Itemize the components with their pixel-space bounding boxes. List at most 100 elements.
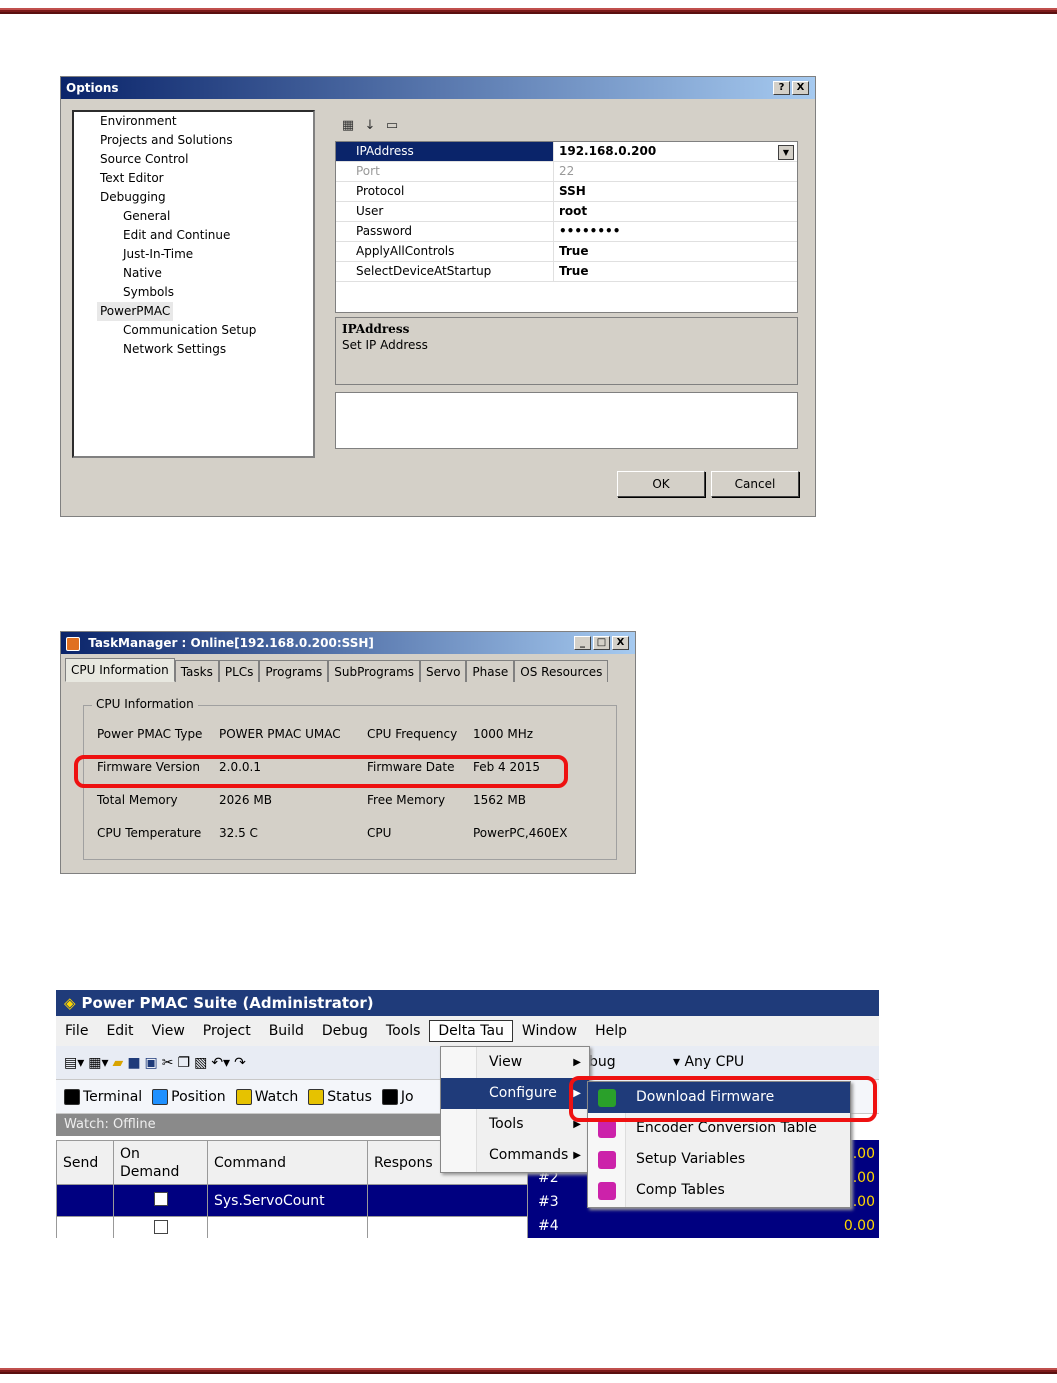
- save-icon[interactable]: ■: [127, 1055, 140, 1071]
- alphabetical-icon[interactable]: ↓: [361, 117, 379, 135]
- tree-item[interactable]: Network Settings: [74, 340, 313, 359]
- tab-tasks[interactable]: Tasks: [174, 660, 219, 682]
- menu-view[interactable]: View: [143, 1023, 194, 1039]
- property-value[interactable]: 192.168.0.200: [554, 142, 797, 161]
- tree-item[interactable]: Source Control: [74, 150, 313, 169]
- tab-programs[interactable]: Programs: [259, 660, 329, 682]
- menu-window[interactable]: Window: [513, 1023, 586, 1039]
- property-description: IPAddress Set IP Address: [335, 317, 798, 385]
- undo-icon[interactable]: ↶▾: [211, 1055, 230, 1071]
- col-on-demand[interactable]: On Demand: [113, 1140, 208, 1185]
- platform-dropdown[interactable]: ▾ Any CPU: [673, 1054, 744, 1070]
- menu-item-label: Comp Tables: [636, 1182, 725, 1198]
- property-row[interactable]: ApplyAllControls True: [336, 242, 797, 262]
- categorized-icon[interactable]: ▦: [339, 117, 357, 135]
- on-demand-checkbox[interactable]: [153, 1219, 168, 1234]
- menu-help[interactable]: Help: [586, 1023, 636, 1039]
- tree-item[interactable]: Edit and Continue: [74, 226, 313, 245]
- menu-delta-tau[interactable]: Delta Tau: [429, 1020, 513, 1042]
- property-value[interactable]: True: [554, 242, 797, 261]
- property-value[interactable]: 22: [554, 162, 797, 181]
- delta-menu-item-view[interactable]: View ▶: [441, 1047, 589, 1078]
- property-pages-icon[interactable]: ▭: [383, 117, 401, 135]
- download-firmware-highlight-box: [569, 1076, 877, 1122]
- cancel-button[interactable]: Cancel: [711, 471, 799, 497]
- menu-tools[interactable]: Tools: [377, 1023, 430, 1039]
- tree-item[interactable]: Native: [74, 264, 313, 283]
- tree-item[interactable]: Communication Setup: [74, 321, 313, 340]
- delta-menu-item-tools[interactable]: Tools ▶: [441, 1109, 589, 1140]
- tool-jo-button[interactable]: Jo: [381, 1088, 414, 1105]
- options-tree[interactable]: Environment Projects and Solutions Source …: [72, 110, 315, 458]
- property-row[interactable]: Port 22: [336, 162, 797, 182]
- tool-status-button[interactable]: Status: [308, 1088, 372, 1105]
- tree-item[interactable]: Text Editor: [74, 169, 313, 188]
- cpu-info-label: Free Memory: [367, 793, 446, 807]
- menu-debug[interactable]: Debug: [313, 1023, 377, 1039]
- save-all-icon[interactable]: ▣: [145, 1055, 158, 1071]
- tab-phase[interactable]: Phase: [466, 660, 515, 682]
- send-cell[interactable]: [56, 1184, 114, 1217]
- close-button[interactable]: X: [612, 636, 629, 650]
- property-value[interactable]: SSH: [554, 182, 797, 201]
- tab-os-resources[interactable]: OS Resources: [514, 660, 609, 682]
- property-row[interactable]: SelectDeviceAtStartup True: [336, 262, 797, 282]
- menu-item-label: Commands: [489, 1147, 569, 1163]
- on-demand-cell[interactable]: [113, 1184, 208, 1217]
- tool-position-button[interactable]: Position: [152, 1088, 226, 1105]
- redo-icon[interactable]: ↷: [234, 1055, 246, 1071]
- delta-tau-menu: View ▶ Configure ▶ Tools ▶ Commands ▶: [440, 1046, 590, 1173]
- tree-item[interactable]: Projects and Solutions: [74, 131, 313, 150]
- property-row[interactable]: Protocol SSH: [336, 182, 797, 202]
- menu-build[interactable]: Build: [260, 1023, 313, 1039]
- menu-item-label: Tools: [489, 1116, 524, 1132]
- tool-terminal-button[interactable]: Terminal: [64, 1088, 142, 1105]
- property-value[interactable]: root: [554, 202, 797, 221]
- command-cell[interactable]: [207, 1216, 368, 1238]
- tab-subprograms[interactable]: SubPrograms: [328, 660, 421, 682]
- tree-item[interactable]: Symbols: [74, 283, 313, 302]
- tool-position-icon: [152, 1088, 169, 1105]
- tool-watch-button[interactable]: Watch: [235, 1088, 298, 1105]
- menu-project[interactable]: Project: [194, 1023, 260, 1039]
- col-send[interactable]: Send: [56, 1140, 114, 1185]
- ok-button[interactable]: OK: [617, 471, 705, 497]
- help-button[interactable]: ?: [773, 81, 790, 95]
- tree-item[interactable]: PowerPMAC: [74, 302, 313, 321]
- cpu-info-value: 1562 MB: [473, 793, 526, 807]
- tab-cpu-information[interactable]: CPU Information: [65, 658, 175, 682]
- send-cell[interactable]: [56, 1216, 114, 1238]
- command-cell[interactable]: Sys.ServoCount: [207, 1184, 368, 1217]
- on-demand-cell[interactable]: [113, 1216, 208, 1238]
- menu-edit[interactable]: Edit: [97, 1023, 142, 1039]
- cut-icon[interactable]: ✂: [162, 1055, 174, 1071]
- menu-file[interactable]: File: [56, 1023, 97, 1039]
- delta-menu-item-configure[interactable]: Configure ▶: [441, 1078, 589, 1109]
- paste-icon[interactable]: ▧: [194, 1055, 207, 1071]
- property-name: User: [336, 202, 554, 221]
- maximize-button[interactable]: □: [593, 636, 610, 650]
- tree-item[interactable]: General: [74, 207, 313, 226]
- delta-menu-item-commands[interactable]: Commands ▶: [441, 1140, 589, 1171]
- close-button[interactable]: X: [792, 81, 809, 95]
- property-row[interactable]: Password ••••••••: [336, 222, 797, 242]
- tab-servo[interactable]: Servo: [420, 660, 467, 682]
- tree-item[interactable]: Environment: [74, 112, 313, 131]
- property-value[interactable]: ••••••••: [554, 222, 797, 241]
- col-command[interactable]: Command: [207, 1140, 368, 1185]
- add-item-icon[interactable]: ▦▾: [88, 1055, 108, 1071]
- configure-item-setup-variables[interactable]: Setup Variables: [588, 1144, 850, 1175]
- minimize-button[interactable]: _: [574, 636, 591, 650]
- property-row[interactable]: IPAddress 192.168.0.200 ▼: [336, 142, 797, 162]
- configure-item-comp-tables[interactable]: Comp Tables: [588, 1175, 850, 1206]
- on-demand-checkbox[interactable]: [153, 1191, 168, 1206]
- tree-item[interactable]: Debugging: [74, 188, 313, 207]
- tab-plcs[interactable]: PLCs: [218, 660, 260, 682]
- property-row[interactable]: User root: [336, 202, 797, 222]
- copy-icon[interactable]: ❐: [178, 1055, 191, 1071]
- property-value[interactable]: True: [554, 262, 797, 281]
- open-folder-icon[interactable]: ▰: [113, 1055, 124, 1071]
- dropdown-arrow-icon[interactable]: ▼: [778, 145, 794, 160]
- new-project-icon[interactable]: ▤▾: [64, 1055, 84, 1071]
- tree-item[interactable]: Just-In-Time: [74, 245, 313, 264]
